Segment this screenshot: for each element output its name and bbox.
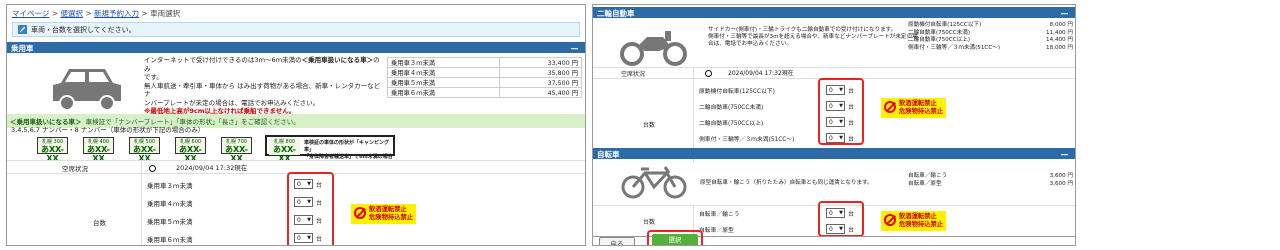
car-description: インターネットで受け付けできるのは3ｍ～6ｍ未満の＜乗用車扱いになる車＞のみ で… — [144, 56, 384, 116]
chevron-down-icon: ▼ — [307, 217, 311, 223]
collapse-icon[interactable]: － — [1060, 7, 1069, 20]
bicycle-regular-quantity-select[interactable]: 0 ▼ — [826, 224, 845, 234]
car-row-label: 乗用車４ｍ未満 — [147, 200, 193, 208]
bicycle-count-label: 台数 — [643, 219, 656, 226]
safety-warning-badge: 飲酒運転禁止 危険物持込禁止 — [881, 98, 947, 118]
breadcrumb-current: 車両選択 — [150, 9, 181, 18]
car-count-label: 台数 — [93, 219, 106, 227]
vacancy-label: 空席状況 — [62, 165, 88, 173]
car-4m-quantity-select[interactable]: 0 ▼ — [294, 197, 313, 207]
back-button[interactable]: 戻る — [599, 237, 635, 245]
safety-warning-badge: 飲酒運転禁止 危険物持込禁止 — [881, 211, 947, 231]
bicycle-price-list: 自転車／輪こう 3,600 円 自転車／原型 3,600 円 — [908, 173, 1073, 187]
moto-sidecar-quantity-select[interactable]: 0 ▼ — [826, 133, 845, 143]
collapse-icon[interactable]: － — [570, 42, 579, 55]
motorcycle-price-list: 原動機付自転車(125CC以下) 8,000 円 二輪自動車(750CC未満) 11… — [908, 22, 1073, 51]
select-button[interactable]: 選択 — [652, 234, 698, 245]
chevron-down-icon: ▼ — [839, 135, 843, 141]
plate-image-3: 札幌 300 あXX-XX — [37, 137, 68, 163]
plate-image-7: 札幌 700 あXX-XX — [221, 137, 252, 163]
prohibited-icon — [884, 101, 896, 113]
vacancy-available-icon — [705, 70, 712, 77]
plate-image-5: 札幌 500 あXX-XX — [129, 137, 160, 163]
safety-warning-badge: 飲酒運転禁止 危険物持込禁止 — [351, 204, 417, 224]
table-row: 乗用車３ｍ未満 33,400 円 — [386, 57, 582, 68]
vacancy-label: 空席状況 — [621, 71, 646, 78]
breadcrumb-new-reservation-link[interactable]: 新規予約入力 — [94, 9, 139, 18]
table-row: 乗用車４ｍ未満 35,800 円 — [386, 67, 582, 78]
table-row: 乗用車５ｍ未満 37,500 円 — [386, 77, 582, 88]
chevron-down-icon: ▼ — [307, 199, 311, 205]
moto-750-under-quantity-select[interactable]: 0 ▼ — [826, 101, 845, 111]
motorcycle-description: サイドカー(側車付)・三輪トライクも二輪自動車での受け付けになります。 側車付・… — [708, 27, 918, 47]
chevron-down-icon: ▼ — [307, 235, 311, 241]
plate-note: 3,4,5,6,7 ナンバー・8 ナンバー（車体の形状が下記の場合のみ） — [11, 126, 205, 134]
breadcrumb: マイページ > 便選択 > 新規予約入力 > 車両選択 — [12, 9, 181, 18]
info-message-box: 車両・台数を選択してください。 — [12, 22, 580, 37]
special-plate-8: 札幌 800 あXX-XX 車検証の車体の形状が「キャンピング車」 「身体障害者輸… — [265, 135, 395, 163]
chevron-down-icon: ▼ — [839, 87, 843, 93]
chevron-down-icon: ▼ — [839, 103, 843, 109]
chevron-down-icon: ▼ — [307, 181, 311, 187]
pencil-icon — [18, 25, 27, 34]
plate-image-4: 札幌 400 あXX-XX — [83, 137, 114, 163]
chevron-down-icon: ▼ — [839, 119, 843, 125]
vehicle-select-panel-right: 二輪自動車 － サイドカー(側車付)・三輪トライクも二輪自動車での受け付けになり… — [592, 4, 1076, 246]
prohibited-icon — [884, 214, 896, 226]
chevron-down-icon: ▼ — [839, 226, 843, 232]
moto-750-over-quantity-select[interactable]: 0 ▼ — [826, 117, 845, 127]
motorcycle-count-label: 台数 — [643, 122, 656, 129]
bicycle-description: 原型自転車・輪こう（折りたたみ）自転車とも同じ運賃となります。 — [700, 180, 873, 186]
vacancy-available-icon — [149, 164, 156, 172]
car-6m-quantity-select[interactable]: 0 ▼ — [294, 233, 313, 243]
bicycle-section-header: 自転車 － — [593, 148, 1075, 161]
car-row-label: 乗用車５ｍ未満 — [147, 218, 193, 226]
info-message-text: 車両・台数を選択してください。 — [31, 26, 136, 34]
car-3m-quantity-select[interactable]: 0 ▼ — [294, 179, 313, 189]
car-icon — [53, 69, 121, 111]
motorcycle-section-header: 二輪自動車 － — [593, 7, 1075, 20]
vacancy-status: 2024/09/04 17:32現在 — [149, 162, 247, 172]
vehicle-select-panel-left: マイページ > 便選択 > 新規予約入力 > 車両選択 車両・台数を選択してくだ… — [6, 4, 586, 246]
breadcrumb-mypage-link[interactable]: マイページ — [12, 9, 49, 18]
car-row-label: 乗用車３ｍ未満 — [147, 182, 193, 190]
table-row: 乗用車６ｍ未満 45,400 円 — [386, 87, 582, 98]
prohibited-icon — [354, 207, 366, 219]
car-section-header: 乗用車 － — [7, 42, 585, 55]
bicycle-icon — [621, 166, 687, 199]
car-5m-quantity-select[interactable]: 0 ▼ — [294, 215, 313, 225]
plate-image-6: 札幌 600 あXX-XX — [175, 137, 206, 163]
collapse-icon[interactable]: － — [1060, 148, 1069, 161]
bicycle-folding-quantity-select[interactable]: 0 ▼ — [826, 208, 845, 218]
motorcycle-icon — [620, 31, 687, 66]
vacancy-status: 2024/09/04 17:32現在 — [705, 68, 794, 77]
chevron-down-icon: ▼ — [839, 210, 843, 216]
moto-125-quantity-select[interactable]: 0 ▼ — [826, 85, 845, 95]
breadcrumb-trip-link[interactable]: 便選択 — [60, 9, 83, 18]
car-price-table: 乗用車３ｍ未満 33,400 円 乗用車４ｍ未満 35,800 円 乗用車５ｍ未満 3… — [386, 57, 582, 98]
car-row-label: 乗用車６ｍ未満 — [147, 236, 193, 244]
